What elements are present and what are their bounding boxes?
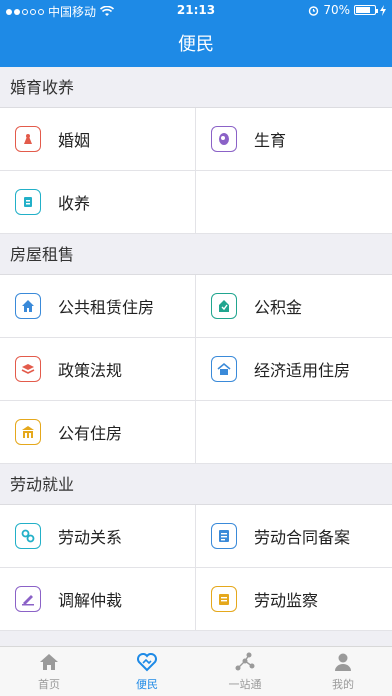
- service-label: 经济适用住房: [254, 361, 351, 380]
- service-label: 调解仲裁: [58, 591, 123, 610]
- alarm-icon: [309, 5, 319, 16]
- battery-icon: [354, 5, 378, 15]
- marriage-icon: [15, 126, 41, 152]
- service-label: 生育: [254, 131, 287, 150]
- service-item-adoption[interactable]: 收养: [0, 171, 196, 234]
- service-label: 收养: [58, 194, 91, 213]
- service-item-marriage[interactable]: 婚姻: [0, 108, 196, 171]
- page-title: 便民: [178, 34, 214, 55]
- battery-percent: 70%: [323, 3, 350, 17]
- content: 婚育收养 婚姻 生育 收养 房屋租售 公共租赁住房 公积金 政策法规 经济适用住…: [0, 67, 392, 631]
- tab-home[interactable]: 首页: [0, 647, 98, 696]
- service-item-housing-fund[interactable]: 公积金: [196, 275, 392, 338]
- public-house-icon: [15, 419, 41, 445]
- service-label: 公有住房: [58, 424, 123, 443]
- section-header-housing: 房屋租售: [0, 234, 392, 275]
- tab-label: 首页: [38, 678, 60, 691]
- service-label: 公共租赁住房: [58, 298, 155, 317]
- fund-icon: [211, 293, 237, 319]
- tab-label: 一站通: [228, 678, 262, 691]
- contract-icon: [211, 523, 237, 549]
- status-bar: 中国移动 21:13 70%: [0, 0, 392, 22]
- top-bar: 中国移动 21:13 70% 便民: [0, 0, 392, 67]
- service-item-birth[interactable]: 生育: [196, 108, 392, 171]
- section-grid-employment: 劳动关系 劳动合同备案 调解仲裁 劳动监察: [0, 505, 392, 631]
- empty-cell: [196, 171, 392, 234]
- service-label: 公积金: [254, 298, 303, 317]
- service-label: 婚姻: [58, 131, 91, 150]
- tab-one-stop[interactable]: 一站通: [196, 647, 294, 696]
- tab-label: 便民: [136, 678, 158, 691]
- route-icon: [235, 652, 255, 671]
- rental-house-icon: [15, 293, 41, 319]
- home-icon: [40, 654, 58, 670]
- charging-icon: [380, 4, 386, 16]
- service-item-public-housing[interactable]: 公有住房: [0, 401, 196, 464]
- service-label: 政策法规: [58, 361, 123, 380]
- section-header-marriage: 婚育收养: [0, 67, 392, 108]
- tab-label: 我的: [332, 678, 354, 691]
- empty-cell: [196, 401, 392, 464]
- service-item-public-rental-housing[interactable]: 公共租赁住房: [0, 275, 196, 338]
- section-grid-marriage: 婚姻 生育 收养: [0, 108, 392, 234]
- tab-convenience[interactable]: 便民: [98, 647, 196, 696]
- affordable-house-icon: [211, 356, 237, 382]
- service-item-mediation-arbitration[interactable]: 调解仲裁: [0, 568, 196, 631]
- service-item-policy[interactable]: 政策法规: [0, 338, 196, 401]
- section-grid-housing: 公共租赁住房 公积金 政策法规 经济适用住房 公有住房: [0, 275, 392, 464]
- tab-bar: 首页 便民 一站通 我的: [0, 646, 392, 696]
- tab-mine[interactable]: 我的: [294, 647, 392, 696]
- policy-icon: [15, 356, 41, 382]
- section-header-employment: 劳动就业: [0, 464, 392, 505]
- service-label: 劳动关系: [58, 528, 123, 547]
- service-item-labor-inspection[interactable]: 劳动监察: [196, 568, 392, 631]
- service-item-affordable-housing[interactable]: 经济适用住房: [196, 338, 392, 401]
- service-label: 劳动监察: [254, 591, 319, 610]
- service-item-labor-contract-filing[interactable]: 劳动合同备案: [196, 505, 392, 568]
- user-icon: [335, 653, 351, 671]
- arbitration-icon: [15, 586, 41, 612]
- labor-relation-icon: [15, 523, 41, 549]
- service-label: 劳动合同备案: [254, 528, 351, 547]
- handshake-icon: [137, 653, 157, 672]
- inspection-icon: [211, 586, 237, 612]
- service-item-labor-relations[interactable]: 劳动关系: [0, 505, 196, 568]
- adoption-icon: [15, 189, 41, 215]
- birth-icon: [211, 126, 237, 152]
